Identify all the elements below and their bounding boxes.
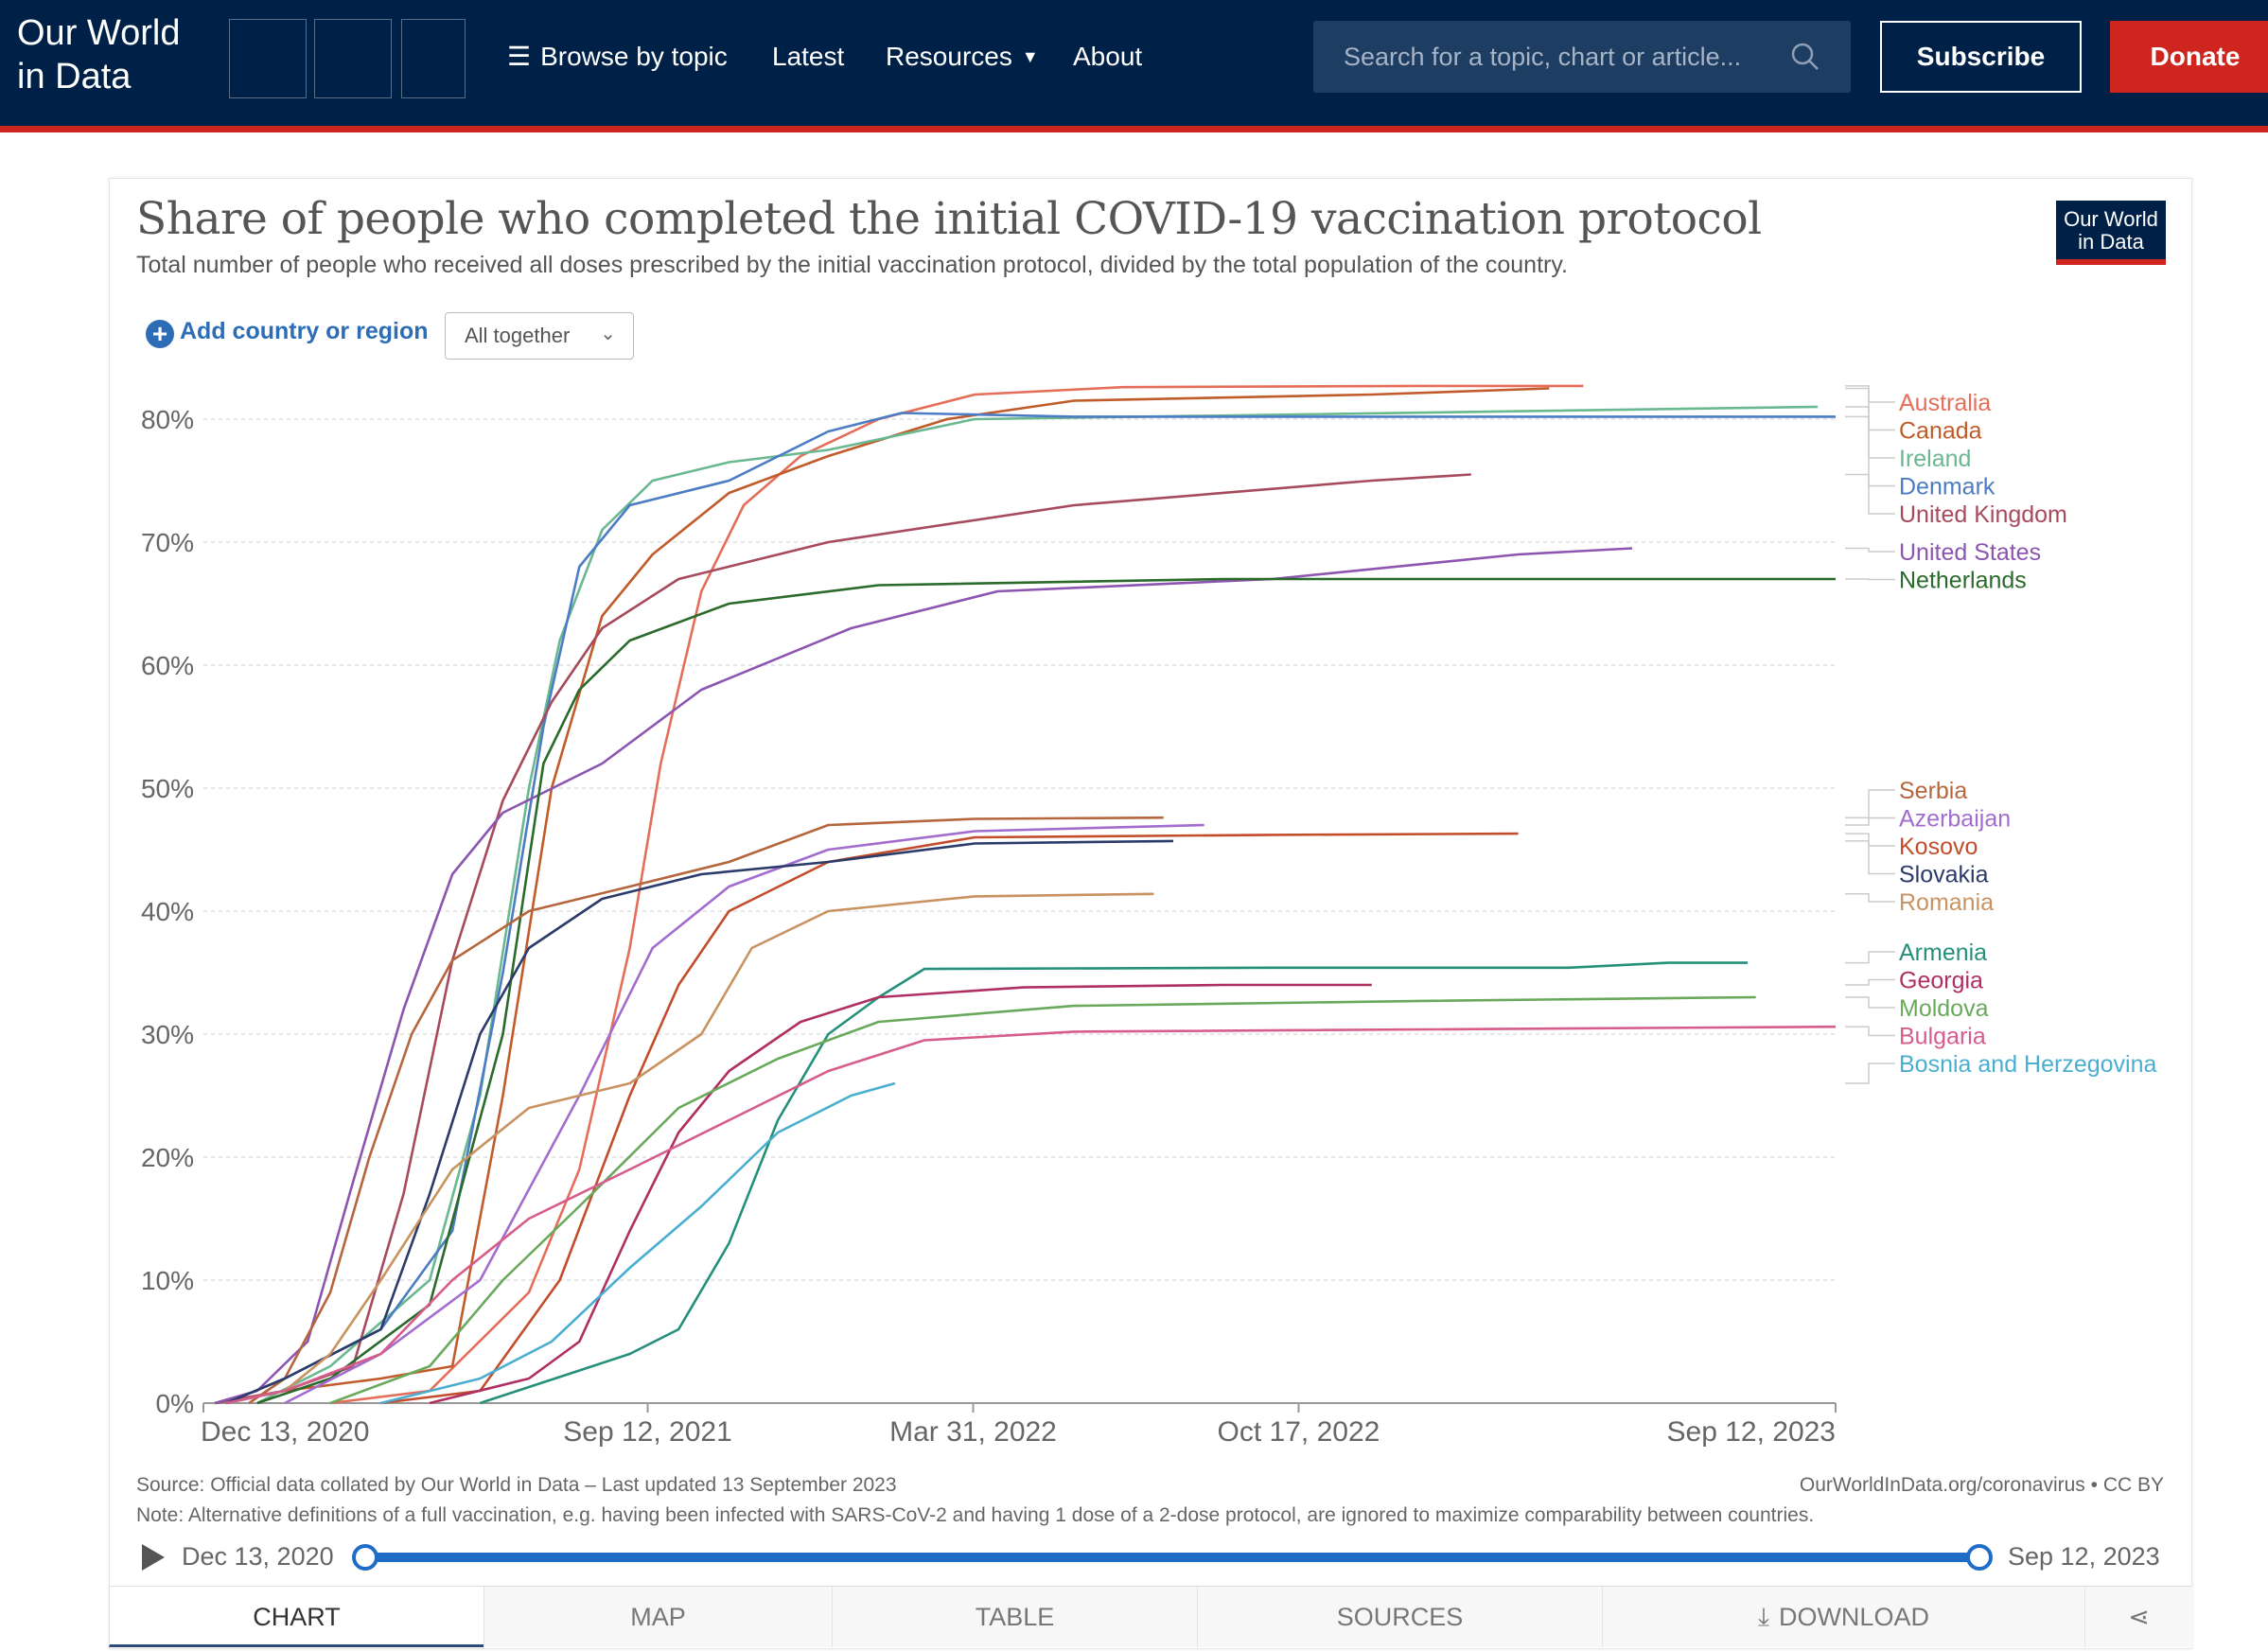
- legend-connector: [1845, 1063, 1895, 1084]
- series-line-bulgaria[interactable]: [225, 1025, 1837, 1405]
- legend-connector: [1845, 547, 1895, 553]
- legend-connector: [1845, 415, 1895, 487]
- timeline-end-handle[interactable]: [1966, 1544, 1993, 1571]
- series-line-kosovo[interactable]: [380, 832, 1519, 1405]
- y-tick-label: 60%: [141, 651, 194, 680]
- y-tick-label: 0%: [156, 1389, 194, 1418]
- tab-map[interactable]: MAP: [483, 1587, 832, 1647]
- legend-connector: [1845, 893, 1895, 903]
- tab-download[interactable]: ⤓ DOWNLOAD: [1602, 1587, 2084, 1647]
- legend-label[interactable]: Georgia: [1899, 968, 1983, 994]
- tab-sources[interactable]: SOURCES: [1197, 1587, 1602, 1647]
- legend-label[interactable]: Bulgaria: [1899, 1024, 1986, 1050]
- timeline-start-handle[interactable]: [352, 1544, 378, 1571]
- legend-label[interactable]: Bosnia and Herzegovina: [1899, 1051, 2156, 1078]
- legend-connector: [1845, 833, 1895, 847]
- source-text: Source: Official data collated by Our Wo…: [136, 1474, 897, 1496]
- series-line-canada[interactable]: [214, 387, 1550, 1405]
- legend-connector: [1845, 996, 1895, 1009]
- legend-connector: [1845, 406, 1895, 459]
- legend-connector: [1845, 978, 1895, 986]
- series-line-ireland[interactable]: [256, 405, 1819, 1405]
- series-line-bosnia-and-herzegovina[interactable]: [380, 1081, 896, 1405]
- share-icon[interactable]: ⋖: [2084, 1587, 2192, 1647]
- series-line-australia[interactable]: [329, 384, 1584, 1405]
- x-tick-label: Oct 17, 2022: [1218, 1416, 1380, 1448]
- tab-download-label: DOWNLOAD: [1778, 1603, 1929, 1631]
- legend-connector: [1845, 1026, 1895, 1037]
- timeline-start-label: Dec 13, 2020: [182, 1542, 334, 1571]
- x-tick-label: Dec 13, 2020: [201, 1416, 369, 1448]
- legend-label[interactable]: Armenia: [1899, 940, 1987, 966]
- series-line-moldova[interactable]: [329, 995, 1756, 1405]
- legend-label[interactable]: United States: [1899, 539, 2041, 566]
- legend-label[interactable]: Netherlands: [1899, 568, 2027, 594]
- y-tick-label: 80%: [141, 405, 194, 434]
- legend-connector: [1845, 473, 1895, 515]
- y-tick-label: 50%: [141, 774, 194, 803]
- y-tick-label: 70%: [141, 528, 194, 557]
- legend-label[interactable]: Slovakia: [1899, 862, 1989, 888]
- timeline-slider-track[interactable]: [365, 1553, 1979, 1562]
- legend-label[interactable]: Denmark: [1899, 474, 1995, 501]
- legend-connector: [1845, 817, 1895, 826]
- download-icon: ⤓: [1758, 1603, 1769, 1631]
- legend-label[interactable]: Ireland: [1899, 446, 1971, 472]
- legend-connector: [1845, 578, 1895, 581]
- y-tick-label: 30%: [141, 1020, 194, 1049]
- y-tick-label: 40%: [141, 897, 194, 926]
- tab-table[interactable]: TABLE: [832, 1587, 1197, 1647]
- y-tick-label: 20%: [141, 1143, 194, 1172]
- license-link[interactable]: OurWorldInData.org/coronavirus • CC BY: [1800, 1474, 2164, 1497]
- legend-connector: [1845, 789, 1895, 818]
- series-line-united-states[interactable]: [214, 547, 1633, 1405]
- chart-tabs: CHART MAP TABLE SOURCES ⤓ DOWNLOAD ⋖: [109, 1586, 2192, 1647]
- x-tick-label: Sep 12, 2023: [1667, 1416, 1837, 1448]
- legend-label[interactable]: Canada: [1899, 418, 1982, 445]
- legend-label[interactable]: Serbia: [1899, 778, 1967, 804]
- series-line-slovakia[interactable]: [225, 839, 1174, 1405]
- legend-label[interactable]: United Kingdom: [1899, 501, 2067, 528]
- x-tick-label: Sep 12, 2021: [563, 1416, 732, 1448]
- legend-label[interactable]: Kosovo: [1899, 834, 1978, 860]
- note-text: Note: Alternative definitions of a full …: [136, 1504, 1815, 1526]
- tab-chart[interactable]: CHART: [109, 1587, 483, 1647]
- legend-label[interactable]: Romania: [1899, 889, 1994, 916]
- legend-label[interactable]: Azerbaijan: [1899, 806, 2011, 833]
- timeline-end-label: Sep 12, 2023: [2008, 1542, 2160, 1571]
- play-icon[interactable]: [142, 1544, 165, 1571]
- y-tick-label: 10%: [141, 1266, 194, 1295]
- x-tick-label: Mar 31, 2022: [889, 1416, 1057, 1448]
- legend-connector: [1845, 951, 1895, 964]
- legend-connector: [1845, 387, 1895, 431]
- legend-label[interactable]: Moldova: [1899, 995, 1989, 1022]
- line-chart: 0% 10% 20% 30% 40% 50% 60% 70% 80% Dec 13, 2020 Se…: [141, 384, 2156, 1448]
- legend-label[interactable]: Australia: [1899, 390, 1991, 416]
